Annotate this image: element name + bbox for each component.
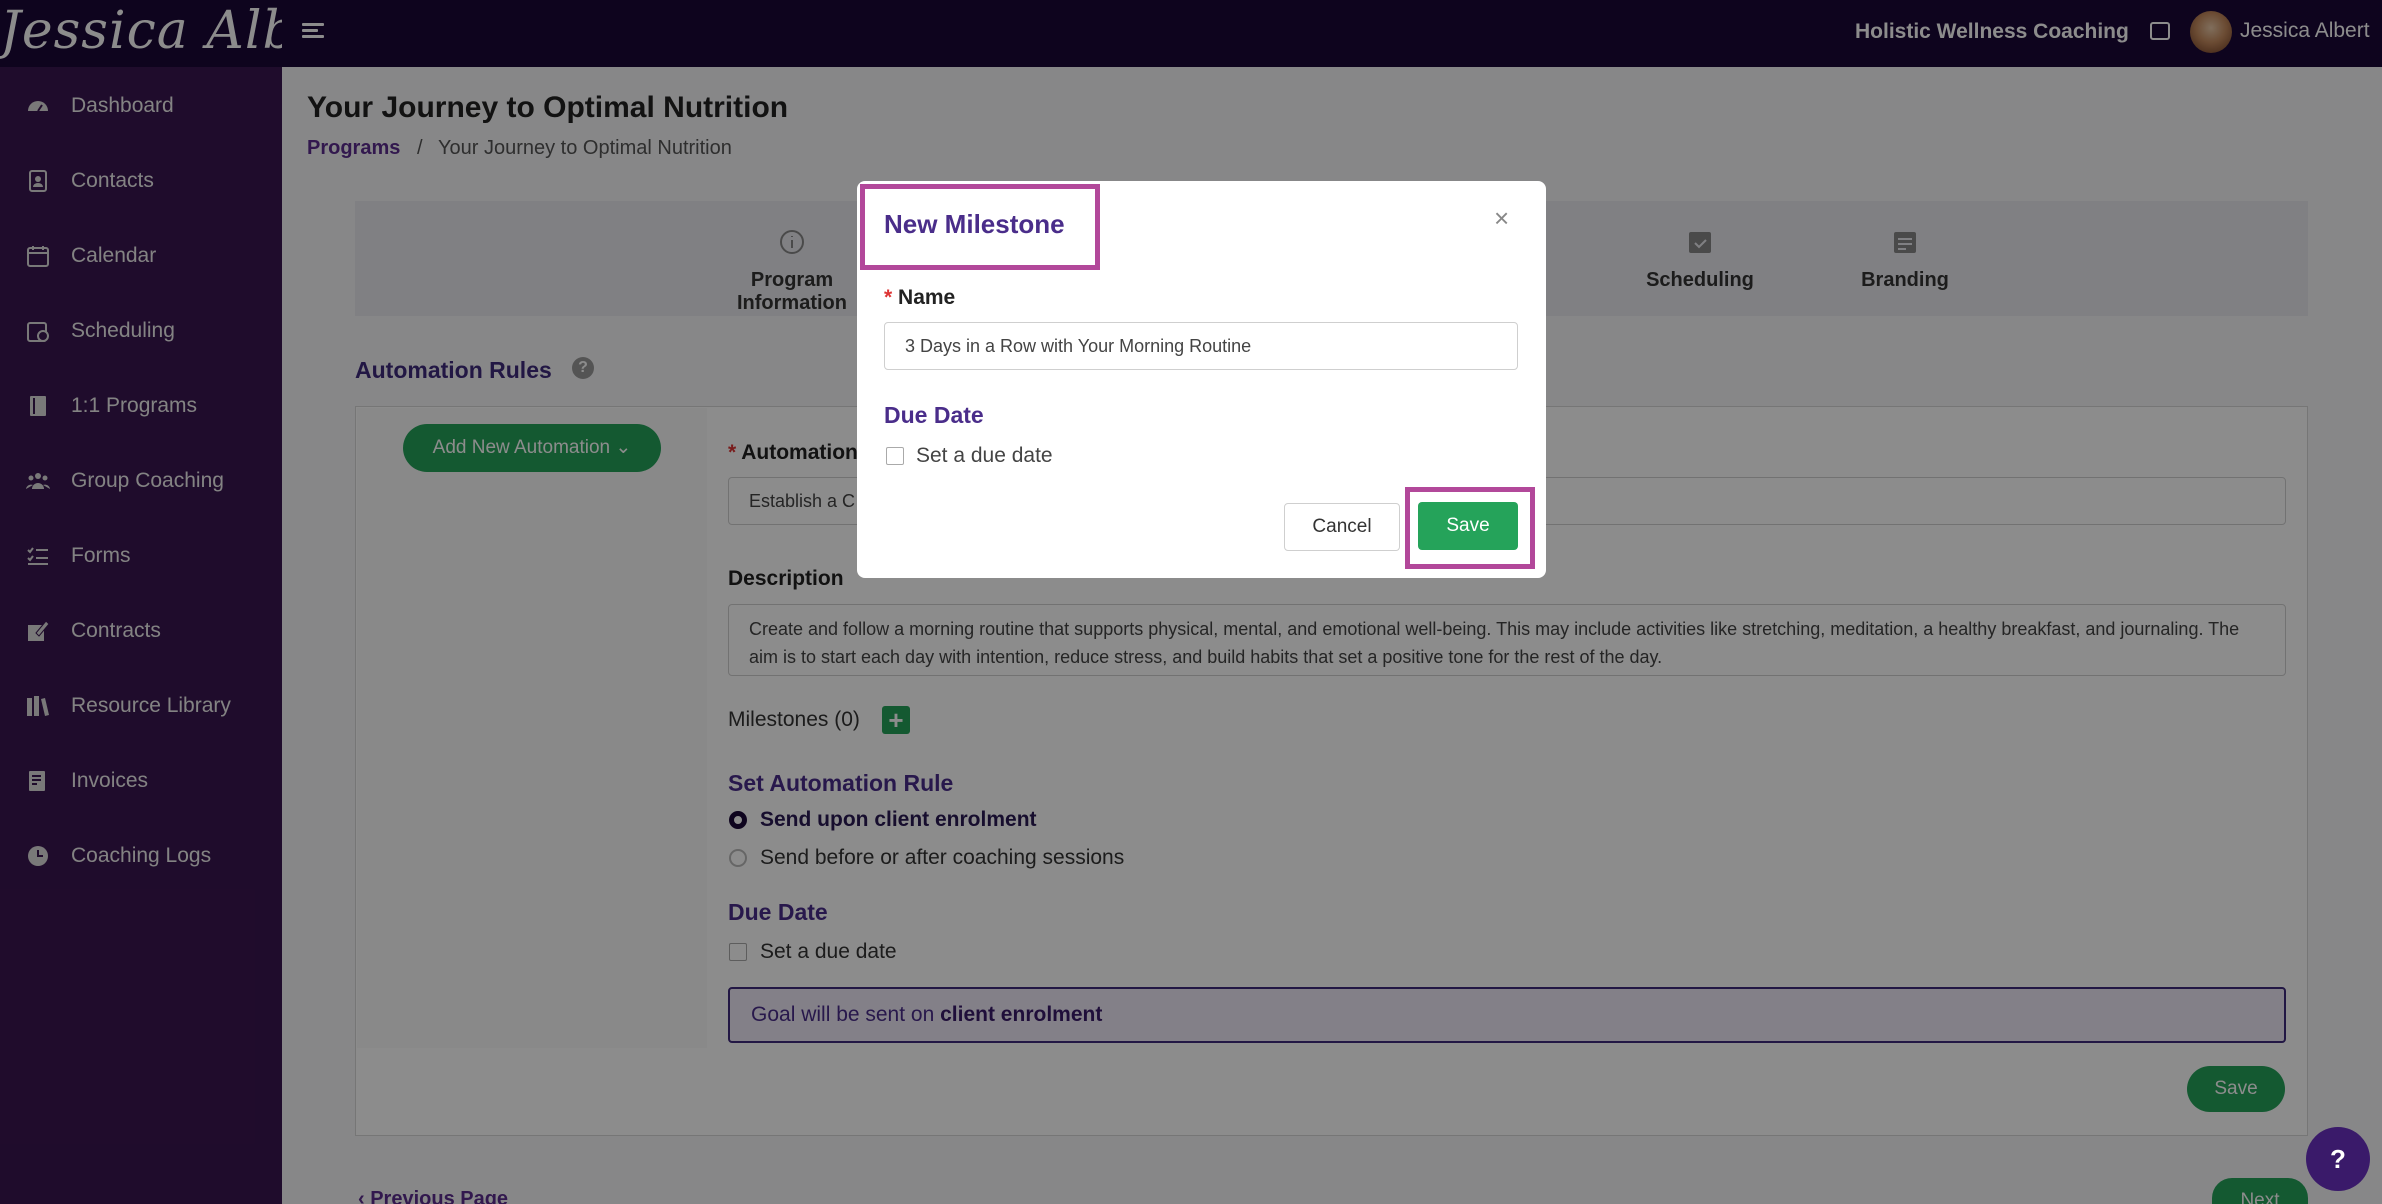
required-marker: * bbox=[884, 286, 893, 309]
close-icon[interactable]: × bbox=[1494, 203, 1509, 234]
modal-title: New Milestone bbox=[884, 209, 1065, 239]
milestone-name-input[interactable]: 3 Days in a Row with Your Morning Routin… bbox=[884, 322, 1518, 370]
save-button[interactable]: Save bbox=[1418, 502, 1518, 550]
cancel-button[interactable]: Cancel bbox=[1284, 503, 1400, 551]
milestone-name-label-text: Name bbox=[898, 286, 956, 309]
modal-due-date-checkbox-label: Set a due date bbox=[916, 444, 1053, 467]
modal-due-date-checkbox[interactable] bbox=[886, 447, 904, 465]
modal-due-date-title: Due Date bbox=[884, 402, 984, 428]
help-button[interactable]: ? bbox=[2306, 1127, 2370, 1191]
milestone-name-label: * Name bbox=[884, 286, 955, 310]
